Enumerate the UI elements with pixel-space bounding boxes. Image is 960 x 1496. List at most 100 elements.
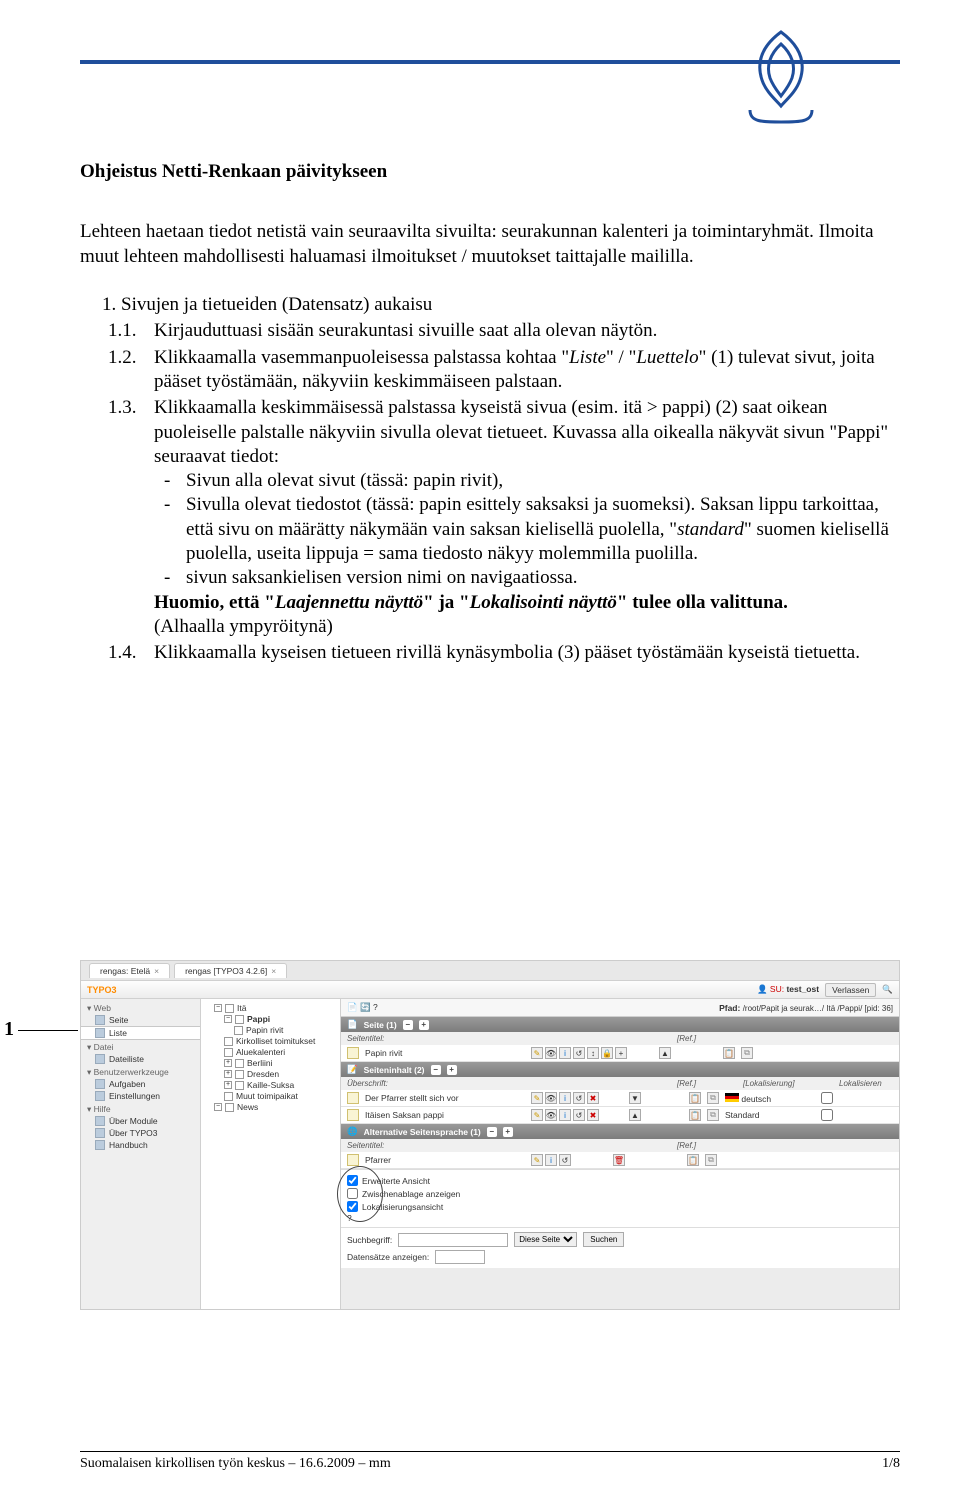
perms-icon[interactable]: 🔒: [601, 1047, 613, 1059]
help-icon[interactable]: ?: [347, 1213, 352, 1223]
hide-icon[interactable]: 👁: [545, 1092, 557, 1104]
info-icon[interactable]: i: [545, 1154, 557, 1166]
item-1-3-bullet-1: -Sivun alla olevat sivut (tässä: papin r…: [186, 469, 900, 493]
new-record-icon[interactable]: 📄: [347, 1002, 358, 1012]
edit-icon[interactable]: ✎: [531, 1092, 543, 1104]
tree-node-kirkolliset[interactable]: Kirkolliset toimitukset: [204, 1036, 337, 1047]
minus-icon[interactable]: −: [224, 1015, 232, 1023]
checkbox[interactable]: [347, 1188, 358, 1199]
tree-node-ita[interactable]: −Itä: [204, 1003, 337, 1014]
move-icon[interactable]: ↕: [587, 1047, 599, 1059]
edit-icon[interactable]: ✎: [531, 1047, 543, 1059]
module-uber-typo3[interactable]: Über TYPO3: [81, 1127, 200, 1139]
tree-node-aluekalenteri[interactable]: Aluekalenteri: [204, 1047, 337, 1058]
group-hilfe[interactable]: ▾ Hilfe: [81, 1102, 200, 1115]
minus-icon[interactable]: −: [214, 1103, 222, 1111]
record-itaisen-saksan[interactable]: Itäisen Saksan pappi ✎👁i↺✖ ▲ 📋⧉ Standard: [341, 1107, 899, 1124]
clipboard-icon[interactable]: 📋: [689, 1092, 701, 1104]
expand-icon[interactable]: +: [503, 1127, 513, 1137]
plus-icon[interactable]: +: [224, 1070, 232, 1078]
tree-node-pappi[interactable]: −Pappi: [204, 1014, 337, 1025]
edit-icon[interactable]: ✎: [531, 1154, 543, 1166]
new-icon[interactable]: +: [615, 1047, 627, 1059]
expand-icon[interactable]: +: [419, 1020, 429, 1030]
records-count-input[interactable]: [435, 1250, 485, 1264]
close-icon[interactable]: ×: [154, 966, 159, 976]
browser-tab-1[interactable]: rengas: Etelä×: [89, 963, 170, 978]
up-icon[interactable]: ▲: [659, 1047, 671, 1059]
page-icon: 📄: [347, 1019, 358, 1030]
clipboard-icon[interactable]: 📋: [689, 1109, 701, 1121]
group-tools[interactable]: ▾ Benutzerwerkzeuge: [81, 1065, 200, 1078]
plus-icon[interactable]: +: [224, 1059, 232, 1067]
history-icon[interactable]: ↺: [559, 1154, 571, 1166]
group-web[interactable]: ▾ Web: [81, 1001, 200, 1014]
history-icon[interactable]: ↺: [573, 1047, 585, 1059]
close-icon[interactable]: ×: [271, 966, 276, 976]
info-icon[interactable]: i: [559, 1092, 571, 1104]
up-icon[interactable]: ▲: [629, 1109, 641, 1121]
clipboard-icon[interactable]: 📋: [723, 1047, 735, 1059]
localize-checkbox[interactable]: [821, 1092, 833, 1104]
scope-select[interactable]: Diese Seite: [514, 1232, 577, 1247]
module-dateiliste[interactable]: Dateiliste: [81, 1053, 200, 1065]
browser-tab-2[interactable]: rengas [TYPO3 4.2.6]×: [174, 963, 287, 978]
down-icon[interactable]: ▼: [629, 1092, 641, 1104]
edit-icon[interactable]: ✎: [531, 1109, 543, 1121]
hide-icon[interactable]: 👁: [545, 1047, 557, 1059]
checkbox[interactable]: [347, 1175, 358, 1186]
tree-node-berliini[interactable]: +Berliini: [204, 1058, 337, 1069]
module-einstellungen[interactable]: Einstellungen: [81, 1090, 200, 1102]
lang-icon: 🌐: [347, 1126, 358, 1137]
typo3-screenshot: rengas: Etelä× rengas [TYPO3 4.2.6]× TYP…: [80, 960, 900, 1310]
segment-seiteninhalt: 📝Seiteninhalt (2)−+: [341, 1062, 899, 1077]
search-label: Suchbegriff:: [347, 1235, 392, 1245]
search-input[interactable]: [398, 1233, 508, 1247]
search-button[interactable]: Suchen: [583, 1232, 624, 1247]
history-icon[interactable]: ↺: [573, 1092, 585, 1104]
opt-lokalisierung[interactable]: Lokalisierungsansicht: [347, 1200, 893, 1213]
copy-icon[interactable]: ⧉: [707, 1092, 719, 1104]
hide-icon[interactable]: 👁: [545, 1109, 557, 1121]
group-datei[interactable]: ▾ Datei: [81, 1040, 200, 1053]
module-liste[interactable]: Liste: [81, 1026, 200, 1040]
expand-icon[interactable]: +: [447, 1065, 457, 1075]
copy-icon[interactable]: ⧉: [705, 1154, 717, 1166]
module-seite[interactable]: Seite: [81, 1014, 200, 1026]
module-handbuch[interactable]: Handbuch: [81, 1139, 200, 1151]
tree-node-muut[interactable]: Muut toimipaikat: [204, 1091, 337, 1102]
collapse-icon[interactable]: −: [431, 1065, 441, 1075]
history-icon[interactable]: ↺: [573, 1109, 585, 1121]
tree-node-papin-rivit[interactable]: Papin rivit: [204, 1025, 337, 1036]
reload-icon[interactable]: 🔄: [360, 1002, 371, 1012]
clipboard-icon[interactable]: 📋: [687, 1154, 699, 1166]
info-icon[interactable]: i: [559, 1109, 571, 1121]
list-options: Erweiterte Ansicht Zwischenablage anzeig…: [341, 1169, 899, 1227]
tree-node-kaille[interactable]: +Kaille-Suksa: [204, 1080, 337, 1091]
collapse-icon[interactable]: −: [487, 1127, 497, 1137]
opt-zwischenablage[interactable]: Zwischenablage anzeigen: [347, 1187, 893, 1200]
search-icon[interactable]: 🔍: [882, 984, 893, 995]
delete-icon[interactable]: 🗑: [613, 1154, 625, 1166]
logo-flame-icon: [742, 28, 820, 124]
localize-checkbox[interactable]: [821, 1109, 833, 1121]
copy-icon[interactable]: ⧉: [707, 1109, 719, 1121]
collapse-icon[interactable]: −: [403, 1020, 413, 1030]
checkbox[interactable]: [347, 1201, 358, 1212]
tree-node-dresden[interactable]: +Dresden: [204, 1069, 337, 1080]
opt-erweiterte[interactable]: Erweiterte Ansicht: [347, 1174, 893, 1187]
plus-icon[interactable]: +: [224, 1081, 232, 1089]
copy-icon[interactable]: ⧉: [741, 1047, 753, 1059]
tree-node-news[interactable]: −News: [204, 1102, 337, 1113]
minus-icon[interactable]: −: [214, 1004, 222, 1012]
help-icon[interactable]: ?: [373, 1002, 378, 1012]
module-aufgaben[interactable]: Aufgaben: [81, 1078, 200, 1090]
delete-icon[interactable]: ✖: [587, 1092, 599, 1104]
logout-button[interactable]: Verlassen: [825, 983, 876, 997]
record-pfarrer[interactable]: Pfarrer ✎i↺ 🗑 📋⧉: [341, 1152, 899, 1169]
module-uber-module[interactable]: Über Module: [81, 1115, 200, 1127]
info-icon[interactable]: i: [559, 1047, 571, 1059]
record-papin-rivit[interactable]: Papin rivit ✎👁i↺↕🔒+ ▲ 📋⧉: [341, 1045, 899, 1062]
record-pfarrer-stellt[interactable]: Der Pfarrer stellt sich vor ✎👁i↺✖ ▼ 📋⧉ d…: [341, 1090, 899, 1107]
delete-icon[interactable]: ✖: [587, 1109, 599, 1121]
